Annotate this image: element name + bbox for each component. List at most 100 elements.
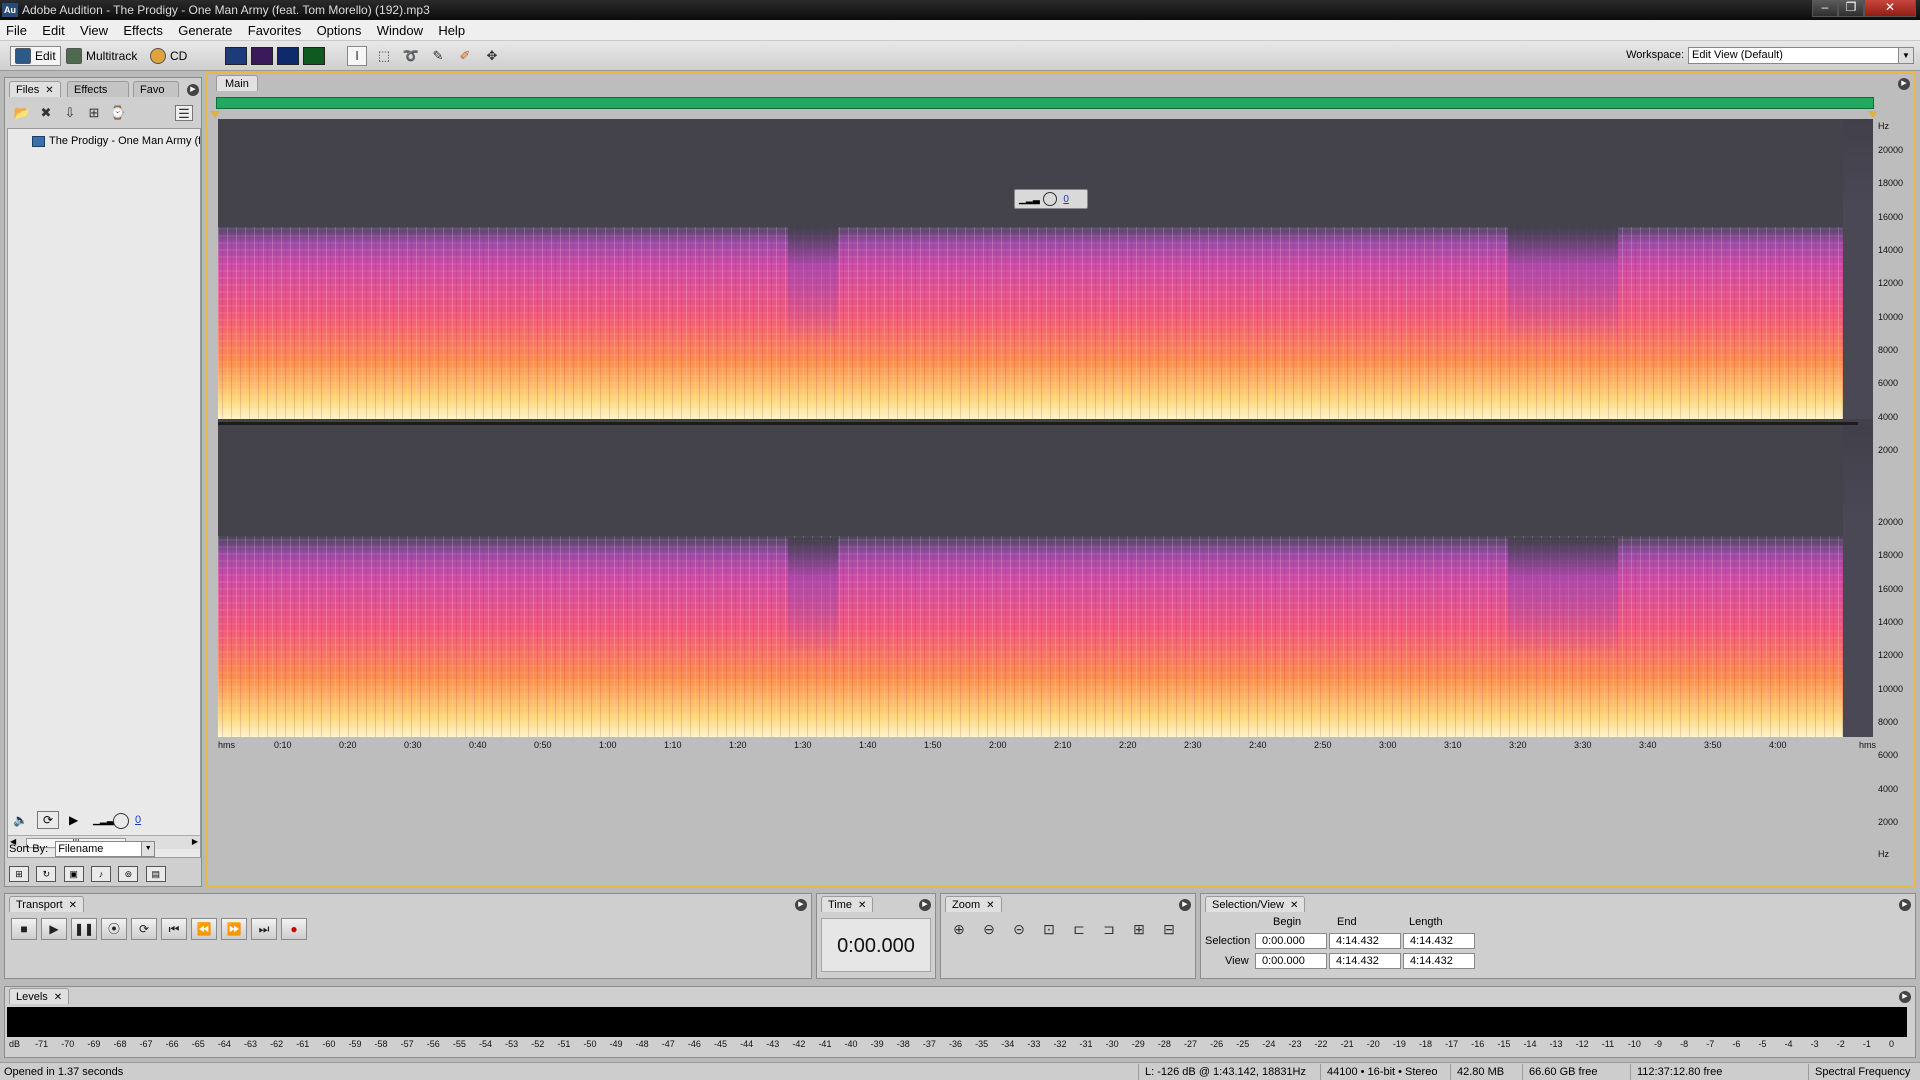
stop-button[interactable]: ■ [11,918,37,940]
zoom-to-selection-icon[interactable]: ⊡ [1037,918,1061,940]
time-ruler[interactable]: hms 0:10 0:20 0:30 0:40 0:50 1:00 1:10 1… [218,737,1918,757]
close-button[interactable]: ✕ [1864,0,1916,17]
workspace-dropdown[interactable]: Edit View (Default) ▼ [1688,47,1914,64]
end-marker-icon[interactable] [1868,111,1878,118]
loop-icon[interactable]: ⟳ [37,811,59,829]
filter-midi-icon[interactable]: ♪ [91,866,112,882]
volume-knob-icon[interactable] [1042,192,1057,207]
view-length-field[interactable]: 4:14.432 [1403,953,1475,969]
close-icon[interactable]: ✕ [69,900,77,911]
play-icon[interactable]: ▶ [69,813,78,827]
close-icon[interactable]: ✕ [54,992,62,1003]
zoom-out-full-icon[interactable]: ⊝ [1007,918,1031,940]
pause-button[interactable]: ❚❚ [71,918,97,940]
zoom-in-vertical-icon[interactable]: ⊞ [1127,918,1151,940]
menu-view[interactable]: View [74,20,114,41]
filter-loop-icon[interactable]: ↻ [36,866,57,882]
maximize-button[interactable]: ❐ [1838,0,1864,17]
tab-effects[interactable]: Effects [67,81,129,97]
zoom-right-edge-icon[interactable]: ⊐ [1097,918,1121,940]
speaker-icon[interactable]: 🔈 [13,813,28,827]
volume-knob-icon[interactable] [113,813,129,829]
spectral-frequency-view-icon[interactable] [251,47,273,65]
close-icon[interactable]: ✕ [1290,900,1298,911]
panel-menu-icon[interactable]: ▶ [1899,991,1911,1003]
go-to-start-button[interactable]: ⏮ [161,918,187,940]
filter-cd-icon[interactable]: ⊚ [118,866,139,882]
panel-menu-icon[interactable]: ▶ [187,84,199,96]
tab-favorites[interactable]: Favo [133,81,179,97]
view-end-field[interactable]: 4:14.432 [1329,953,1401,969]
go-to-end-button[interactable]: ⏭ [251,918,277,940]
fast-forward-button[interactable]: ⏩ [221,918,247,940]
panel-menu-icon[interactable]: ▶ [919,899,931,911]
tab-zoom[interactable]: Zoom ✕ [945,896,1002,912]
spot-healing-tool-icon[interactable]: ✐ [455,46,475,66]
view-begin-field[interactable]: 0:00.000 [1255,953,1327,969]
close-icon[interactable]: ✕ [858,900,866,911]
spectral-phase-view-icon[interactable] [303,47,325,65]
spectral-volume-control[interactable]: ▁▂▃ 0 [1014,189,1088,209]
tab-transport[interactable]: Transport ✕ [9,896,85,912]
insert-file-icon[interactable]: ⊞ [85,105,103,121]
panel-menu-icon[interactable]: ▶ [1899,899,1911,911]
spectral-display[interactable]: ▁▂▃ 0 [218,119,1873,737]
lasso-tool-icon[interactable]: ➰ [401,46,421,66]
filter-audio-icon[interactable]: ⊞ [9,866,29,882]
record-button[interactable]: ● [281,918,307,940]
open-file-icon[interactable]: 📂 [13,105,31,121]
play-from-cursor-button[interactable]: ⦿ [101,918,127,940]
cd-view-button[interactable]: CD [150,46,187,66]
tab-time[interactable]: Time ✕ [821,896,874,912]
menu-file[interactable]: File [0,20,33,41]
menu-window[interactable]: Window [371,20,429,41]
selection-begin-field[interactable]: 0:00.000 [1255,933,1327,949]
start-marker-icon[interactable] [210,111,220,118]
marquee-tool-icon[interactable]: ⬚ [374,46,394,66]
list-item[interactable]: The Prodigy - One Man Army (feat. Tom Mo… [32,135,200,147]
minimize-button[interactable]: – [1812,0,1838,17]
zoom-in-horizontal-icon[interactable]: ⊕ [947,918,971,940]
loop-button[interactable]: ⟳ [131,918,157,940]
close-icon[interactable]: ✕ [45,85,53,96]
close-file-icon[interactable]: ✖ [37,105,55,121]
multitrack-view-button[interactable]: Multitrack [66,46,137,66]
panel-menu-icon[interactable]: ▶ [1179,899,1191,911]
scrub-tool-icon[interactable]: ✥ [482,46,502,66]
brush-tool-icon[interactable]: ✎ [428,46,448,66]
scroll-right-icon[interactable]: ▶ [192,837,198,846]
edit-file-icon[interactable]: ⌚ [109,105,127,121]
time-selection-tool-icon[interactable]: I [347,46,367,66]
play-button[interactable]: ▶ [41,918,67,940]
menu-help[interactable]: Help [432,20,471,41]
spectral-volume-value[interactable]: 0 [1063,194,1069,205]
import-file-icon[interactable]: ⇩ [61,105,79,121]
menu-generate[interactable]: Generate [172,20,238,41]
close-icon[interactable]: ✕ [986,900,994,911]
overview-bar[interactable] [216,97,1874,109]
volume-value[interactable]: 0 [135,814,141,826]
menu-options[interactable]: Options [311,20,368,41]
filter-video-icon[interactable]: ▣ [63,866,84,882]
tab-selection-view[interactable]: Selection/View ✕ [1205,896,1306,912]
sort-by-dropdown[interactable]: Filename ▼ [55,841,156,857]
channel-left[interactable] [218,119,1873,419]
tab-files[interactable]: Files ✕ [9,81,61,97]
files-list[interactable]: The Prodigy - One Man Army (feat. Tom Mo… [7,128,201,858]
spectral-pan-view-icon[interactable] [277,47,299,65]
tab-main[interactable]: Main [216,75,258,91]
show-details-icon[interactable]: ☰ [175,105,193,121]
selection-end-field[interactable]: 4:14.432 [1329,933,1401,949]
edit-view-button[interactable]: Edit [10,46,61,66]
zoom-out-vertical-icon[interactable]: ⊟ [1157,918,1181,940]
panel-menu-icon[interactable]: ▶ [1898,78,1910,90]
channel-right[interactable] [218,426,1873,737]
rewind-button[interactable]: ⏪ [191,918,217,940]
tab-levels[interactable]: Levels ✕ [9,988,70,1004]
menu-edit[interactable]: Edit [36,20,70,41]
zoom-out-horizontal-icon[interactable]: ⊖ [977,918,1001,940]
menu-favorites[interactable]: Favorites [242,20,307,41]
filter-misc-icon[interactable]: ▤ [145,866,166,882]
waveform-view-icon[interactable] [225,47,247,65]
panel-menu-icon[interactable]: ▶ [795,899,807,911]
